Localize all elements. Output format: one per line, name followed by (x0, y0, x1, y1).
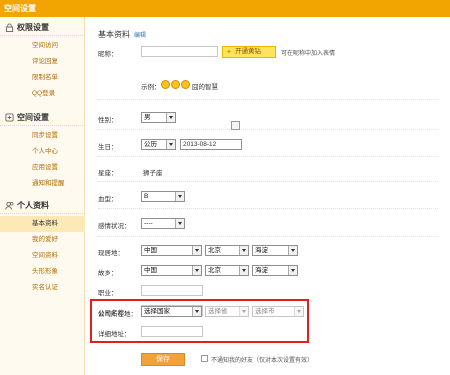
sidebar-item-space-access[interactable]: 空间访问 (0, 38, 85, 54)
example-label: 示例： (141, 84, 161, 91)
residence-city-select[interactable]: 海淀 (252, 245, 298, 256)
blood-type-label: 血型： (98, 196, 118, 203)
smiley-icon (181, 80, 190, 89)
save-button[interactable]: 保存 (141, 353, 185, 366)
zodiac-value: 狮子座 (143, 170, 163, 177)
sidebar-item-verification[interactable]: 实名认证 (0, 280, 85, 296)
chevron-down-icon (288, 266, 297, 275)
residence-label: 现居地： (98, 250, 124, 257)
sidebar-item-app-settings[interactable]: 应用设置 (0, 160, 85, 176)
calendar-type-select[interactable]: 公历 (141, 139, 176, 150)
company-city-select[interactable]: 选择市 (252, 306, 304, 317)
chevron-down-icon (239, 246, 248, 255)
residence-province-select[interactable]: 北京 (205, 245, 249, 256)
sidebar-group-space-settings: 空间设置 同步设置 个人中心 应用设置 通知和提醒 (0, 109, 85, 192)
sidebar-group-profile: 个人资料 基本资料 我的爱好 空间资料 头形形象 实名认证 (0, 197, 85, 296)
address-label: 详细地址： (98, 331, 131, 338)
job-input[interactable] (141, 285, 203, 296)
company-province-select[interactable]: 选择省 (205, 306, 249, 317)
notify-checkbox[interactable] (201, 355, 208, 362)
sidebar-group-title: 空间设置 (0, 109, 85, 126)
example-text: 囧的智慧 (192, 84, 218, 91)
sidebar-group-permissions: 权限设置 空间访问 评论回复 限制名单 QQ登录 (0, 19, 85, 102)
marital-status-label: 感情状况： (98, 223, 131, 230)
zodiac-label: 星座： (98, 170, 118, 177)
sidebar-item-space-profile[interactable]: 空间资料 (0, 248, 85, 264)
divider (98, 156, 438, 157)
sidebar-item-comment-reply[interactable]: 评论回复 (0, 54, 85, 70)
marital-status-select[interactable]: ---- (141, 218, 185, 229)
sidebar-item-block-list[interactable]: 限制名单 (0, 70, 85, 86)
section-title: 基本资料 编辑 (98, 30, 147, 39)
hometown-country-select[interactable]: 中国 (141, 265, 202, 276)
divider (98, 208, 438, 209)
chevron-down-icon (239, 307, 248, 316)
chevron-down-icon (192, 307, 201, 316)
chevron-down-icon (175, 219, 184, 228)
sidebar-item-hobbies[interactable]: 我的爱好 (0, 232, 85, 248)
birthday-date-input[interactable]: 2013-08-12 (180, 139, 242, 150)
divider (98, 181, 438, 182)
edit-link[interactable]: 编辑 (134, 33, 146, 39)
divider (98, 129, 438, 130)
chevron-down-icon (239, 266, 248, 275)
smiley-icon (161, 80, 170, 89)
divider (98, 236, 438, 237)
sidebar-item-avatar[interactable]: 头形形象 (0, 264, 85, 280)
hometown-label: 故乡： (98, 270, 118, 277)
sidebar: 权限设置 空间访问 评论回复 限制名单 QQ登录 空间设置 同步设置 个人中心 … (0, 17, 85, 375)
birthday-label: 生日： (98, 144, 118, 151)
sidebar-item-notifications[interactable]: 通知和提醒 (0, 176, 85, 192)
sidebar-item-personal-center[interactable]: 个人中心 (0, 144, 85, 160)
gender-select[interactable]: 男 (141, 112, 176, 123)
blood-type-select[interactable]: B (141, 191, 185, 202)
residence-country-select[interactable]: 中国 (141, 245, 202, 256)
chevron-down-icon (294, 307, 303, 316)
sidebar-item-qq-login[interactable]: QQ登录 (0, 86, 85, 102)
notify-checkbox-label: 不通知我的好友（仅对本次设置有效） (211, 358, 314, 364)
lock-icon (5, 23, 14, 32)
gender-label: 性别： (98, 117, 118, 124)
calendar-icon[interactable] (231, 121, 240, 130)
address-input[interactable] (141, 326, 203, 337)
company-country-select[interactable]: 选择国家 (141, 306, 202, 317)
sidebar-item-sync[interactable]: 同步设置 (0, 128, 85, 144)
smiley-icon (171, 80, 180, 89)
divider (98, 99, 438, 100)
nickname-input[interactable] (141, 46, 218, 57)
job-label: 职业： (98, 290, 118, 297)
person-icon (5, 201, 14, 210)
chevron-down-icon (166, 140, 175, 149)
chevron-down-icon (166, 113, 175, 122)
nickname-label: 昵称： (98, 51, 118, 58)
star-icon: ✦ (226, 49, 232, 56)
company-location-label: 公司所在地： (98, 311, 137, 318)
sidebar-group-title: 个人资料 (0, 197, 85, 214)
window-title: 空间设置 (0, 0, 450, 17)
sidebar-group-title: 权限设置 (0, 19, 85, 36)
chevron-down-icon (192, 246, 201, 255)
hometown-province-select[interactable]: 北京 (205, 265, 249, 276)
chevron-down-icon (175, 192, 184, 201)
vip-button[interactable]: ✦ 开通黄钻 (222, 46, 276, 58)
chevron-down-icon (288, 246, 297, 255)
settings-icon (5, 113, 14, 122)
sidebar-item-basic-info[interactable]: 基本资料 (0, 216, 85, 232)
nickname-hint: 可在昵称中加入表情 (281, 51, 336, 57)
chevron-down-icon (192, 266, 201, 275)
hometown-city-select[interactable]: 海淀 (252, 265, 298, 276)
